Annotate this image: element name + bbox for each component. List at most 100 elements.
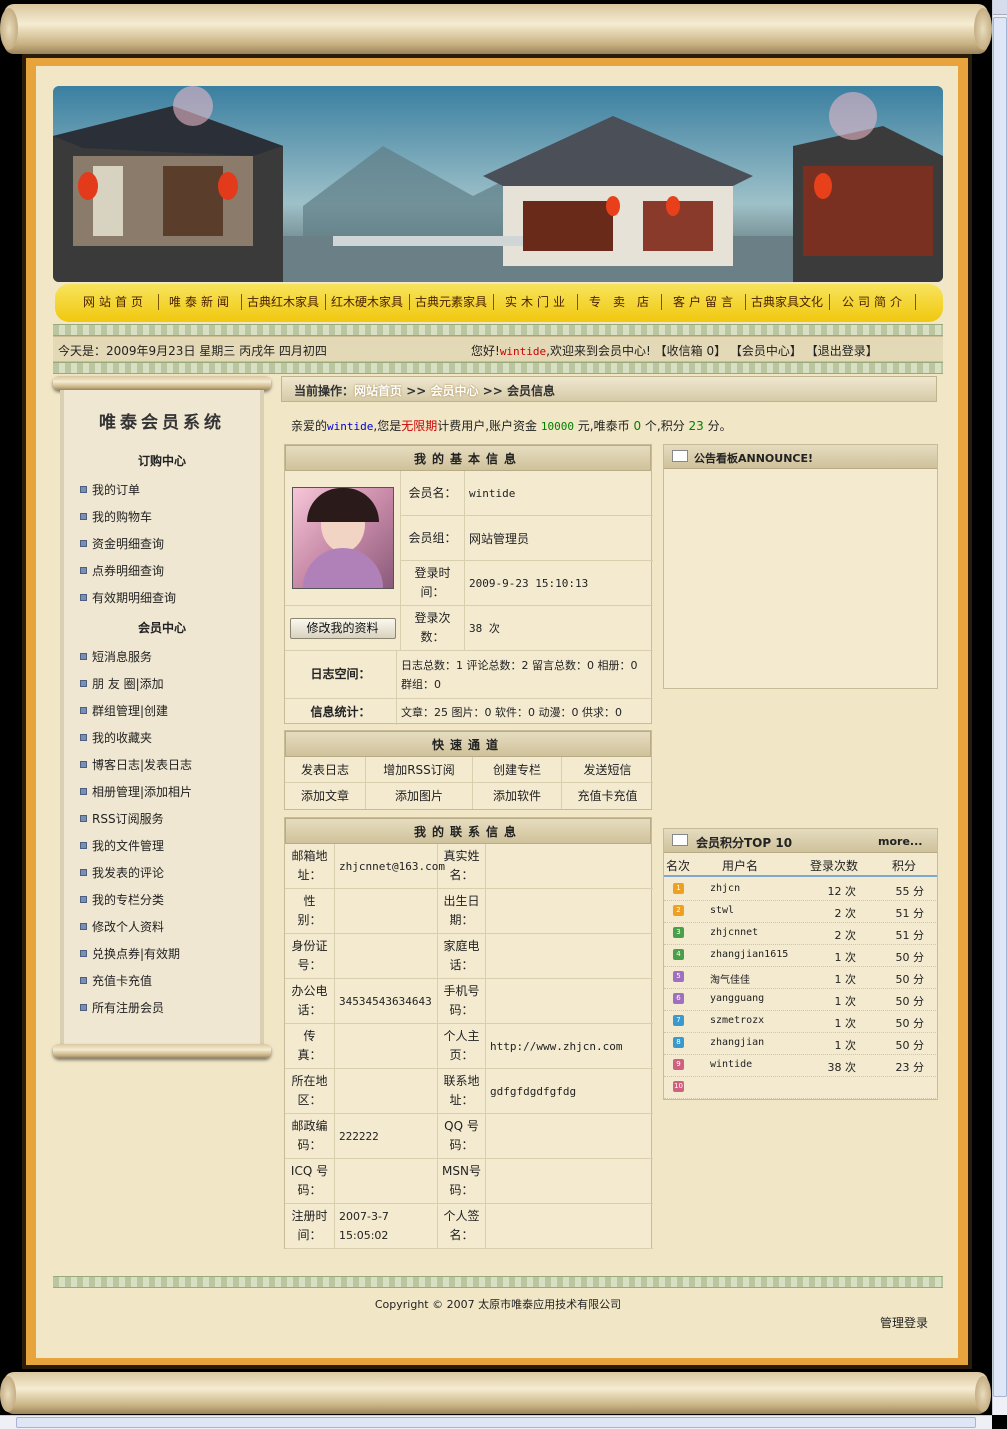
ranking-username[interactable]: szmetrozx xyxy=(710,1015,764,1026)
scrollbar-up-arrow[interactable] xyxy=(993,0,1007,15)
quick-add-article[interactable]: 添加文章 xyxy=(285,783,366,809)
menu-files[interactable]: 我的文件管理 xyxy=(79,837,164,854)
quick-send-message[interactable]: 发送短信 xyxy=(562,757,653,783)
announce-title: 公告看板ANNOUNCE! xyxy=(694,452,814,465)
quick-post-blog[interactable]: 发表日志 xyxy=(285,757,366,783)
quick-add-software[interactable]: 添加软件 xyxy=(473,783,562,809)
welcome-text: 亲爱的 xyxy=(291,419,328,433)
ranking-username[interactable]: wintide xyxy=(710,1059,752,1070)
contact-label: 联系地址： xyxy=(438,1069,486,1114)
menu-edit-profile[interactable]: 修改个人资料 xyxy=(79,918,164,935)
ranking-username[interactable]: yangguang xyxy=(710,993,764,1004)
ranking-logins: 1 次 xyxy=(834,1039,857,1052)
greeting-username: wintide xyxy=(499,345,547,358)
rank-badge-icon: 8 xyxy=(673,1037,684,1048)
ranking-logins: 1 次 xyxy=(834,995,857,1008)
welcome-text: 计费用户,账户资金 xyxy=(437,419,541,433)
menu-recharge[interactable]: 充值卡充值 xyxy=(79,972,152,989)
logout-link[interactable]: 【退出登录】 xyxy=(806,344,878,358)
nav-separator xyxy=(409,294,410,310)
contact-value: 2007-3-7 15:05:02 xyxy=(335,1204,438,1249)
menu-columns[interactable]: 我的专栏分类 xyxy=(79,891,164,908)
menu-coupon-detail[interactable]: 点券明细查询 xyxy=(79,562,164,579)
quick-add-photo[interactable]: 添加图片 xyxy=(366,783,473,809)
nav-item-wood-doors[interactable]: 实木门业 xyxy=(499,282,575,322)
contact-value: gdfgfdgdfgfdg xyxy=(486,1069,653,1114)
greeting-prefix: 您好! xyxy=(471,344,500,358)
contact-label: ICQ 号码： xyxy=(285,1159,335,1204)
breadcrumb-center[interactable]: 会员中心 xyxy=(431,384,479,398)
nav-item-news[interactable]: 唯泰新闻 xyxy=(163,282,239,322)
scrollbar-thumb[interactable] xyxy=(993,17,1007,1397)
nav-item-guestbook[interactable]: 客户留言 xyxy=(667,282,743,322)
menu-all-members[interactable]: 所有注册会员 xyxy=(79,999,164,1016)
hscroll-thumb[interactable] xyxy=(16,1417,976,1428)
quick-recharge[interactable]: 充值卡充值 xyxy=(562,783,653,809)
menu-messages[interactable]: 短消息服务 xyxy=(79,648,152,665)
menu-funds-detail[interactable]: 资金明细查询 xyxy=(79,535,164,552)
rank-badge-icon: 7 xyxy=(673,1015,684,1026)
breadcrumb-home[interactable]: 网站首页 xyxy=(354,384,402,398)
ranking-logins: 38 次 xyxy=(827,1061,857,1074)
nav-separator xyxy=(493,294,494,310)
nav-item-home[interactable]: 网站首页 xyxy=(75,282,155,322)
nav-item-hardwood[interactable]: 红木硬木家具 xyxy=(327,282,407,322)
ranking-panel: 会员积分TOP 10 more... 名次 用户名 登录次数 积分 1 zhjcn… xyxy=(663,828,938,1100)
blog-space-value: 日志总数：1 评论总数：2 留言总数：0 相册：0 群组：0 xyxy=(397,651,653,699)
admin-login-link[interactable]: 管理登录 xyxy=(880,1314,928,1331)
welcome-funds: 10000 xyxy=(540,420,574,433)
banner-scene xyxy=(53,86,943,282)
contact-label: 性 别： xyxy=(285,889,340,934)
menu-album[interactable]: 相册管理|添加相片 xyxy=(79,783,192,800)
deco-strip-bottom xyxy=(53,1276,943,1288)
welcome-text: 元,唯泰币 xyxy=(573,419,634,433)
ranking-username[interactable]: 淘气佳佳 xyxy=(710,971,750,986)
rank-badge-icon: 10 xyxy=(673,1081,684,1092)
announce-panel: 公告看板ANNOUNCE! xyxy=(663,444,938,689)
menu-groups[interactable]: 群组管理|创建 xyxy=(79,702,168,719)
ranking-username[interactable]: zhangjian xyxy=(710,1037,764,1048)
rank-badge-icon: 2 xyxy=(673,905,684,916)
ranking-row: 8 zhangjian 1 次 50 分 xyxy=(664,1033,938,1055)
menu-favorites[interactable]: 我的收藏夹 xyxy=(79,729,152,746)
nav-item-classic-element[interactable]: 古典元素家具 xyxy=(411,282,491,322)
ranking-points: 23 分 xyxy=(895,1061,925,1074)
nav-item-about[interactable]: 公司简介 xyxy=(835,282,913,322)
nav-item-culture[interactable]: 古典家具文化 xyxy=(747,282,827,322)
quick-create-column[interactable]: 创建专栏 xyxy=(473,757,562,783)
horizontal-scrollbar[interactable] xyxy=(0,1415,992,1429)
menu-my-orders[interactable]: 我的订单 xyxy=(79,481,140,498)
nav-item-classic-redwood[interactable]: 古典红木家具 xyxy=(243,282,323,322)
info-bar: 今天是：2009年9月23日 星期三 丙戌年 四月初四 您好!wintide,欢… xyxy=(53,336,943,362)
inbox-link[interactable]: 【收信箱 0】 xyxy=(655,344,726,358)
edit-profile-button[interactable]: 修改我的资料 xyxy=(289,617,396,639)
ranking-row: 4 zhangjian1615 1 次 50 分 xyxy=(664,945,938,967)
menu-rss[interactable]: RSS订阅服务 xyxy=(80,810,164,827)
ranking-username[interactable]: zhjcnnet xyxy=(710,927,758,938)
quick-add-rss[interactable]: 增加RSS订阅 xyxy=(366,757,473,783)
contact-value xyxy=(486,979,653,1024)
menu-comments[interactable]: 我发表的评论 xyxy=(79,864,164,881)
member-center-link[interactable]: 【会员中心】 xyxy=(730,344,802,358)
nav-item-stores[interactable]: 专 卖 店 xyxy=(579,282,659,322)
ranking-username[interactable]: zhangjian1615 xyxy=(710,949,788,960)
banner-image xyxy=(53,86,943,282)
menu-validity-detail[interactable]: 有效期明细查询 xyxy=(79,589,176,606)
ranking-username[interactable]: stwl xyxy=(710,905,734,916)
login-count-value: 38 次 xyxy=(465,606,653,651)
sidebar-menu: 订购中心 我的订单 我的购物车 资金明细查询 点券明细查询 有效期明细查询 会员… xyxy=(64,390,260,1044)
contact-label: QQ 号码： xyxy=(438,1114,486,1159)
ranking-username[interactable]: zhjcn xyxy=(710,883,740,894)
ranking-more-link[interactable]: more... xyxy=(878,835,922,848)
vertical-scrollbar[interactable] xyxy=(992,0,1007,1415)
welcome-text: 个,积分 xyxy=(641,419,689,433)
contact-label: 家庭电话： xyxy=(438,934,486,979)
nav-separator xyxy=(829,294,830,310)
menu-blog[interactable]: 博客日志|发表日志 xyxy=(79,756,192,773)
menu-my-cart[interactable]: 我的购物车 xyxy=(79,508,152,525)
menu-friends[interactable]: 朋 友 圈|添加 xyxy=(80,675,164,692)
menu-exchange[interactable]: 兑换点券|有效期 xyxy=(79,945,180,962)
quick-panel: 快速通道 发表日志 增加RSS订阅 创建专栏 发送短信 添加文章 添加图片 添加… xyxy=(284,730,653,810)
bottom-scroll-end-left xyxy=(0,1376,16,1412)
announce-header: 公告看板ANNOUNCE! xyxy=(664,445,937,469)
